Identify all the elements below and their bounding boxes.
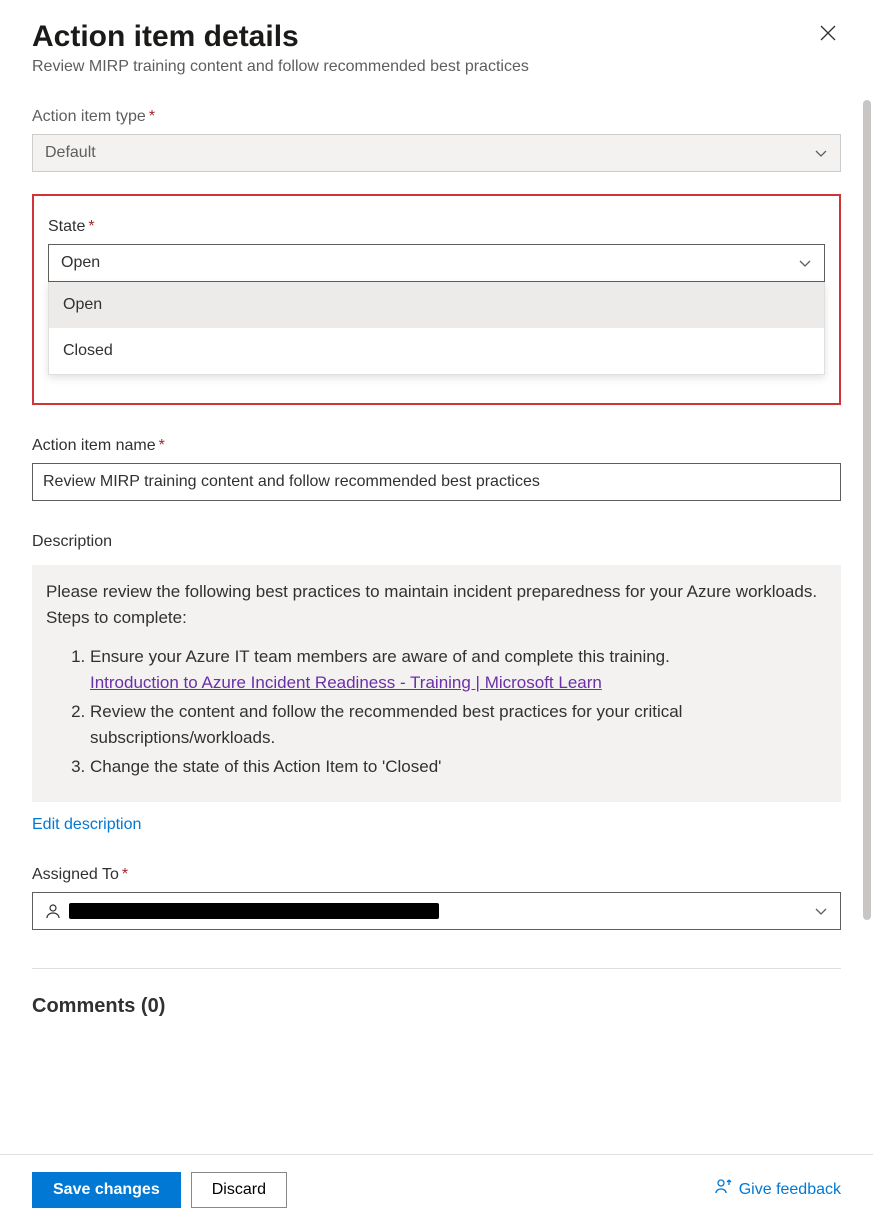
- page-title: Action item details: [32, 20, 529, 54]
- chevron-down-icon: [814, 146, 828, 160]
- feedback-icon: [715, 1178, 733, 1201]
- state-value: Open: [61, 254, 100, 272]
- close-icon[interactable]: [815, 20, 841, 50]
- state-dropdown: Open Closed: [48, 282, 825, 375]
- state-label: State*: [48, 218, 95, 236]
- required-star: *: [149, 108, 155, 125]
- description-step: Review the content and follow the recomm…: [90, 699, 827, 750]
- footer-bar: Save changes Discard Give feedback: [0, 1154, 873, 1224]
- assigned-to-select[interactable]: [32, 892, 841, 930]
- description-intro: Please review the following best practic…: [46, 579, 827, 630]
- give-feedback-link[interactable]: Give feedback: [715, 1178, 841, 1201]
- action-name-input[interactable]: [32, 463, 841, 501]
- action-name-label: Action item name*: [32, 437, 165, 455]
- description-box: Please review the following best practic…: [32, 565, 841, 802]
- action-type-label: Action item type*: [32, 108, 155, 126]
- training-link[interactable]: Introduction to Azure Incident Readiness…: [90, 673, 602, 692]
- state-option-open[interactable]: Open: [49, 282, 824, 328]
- action-type-value: Default: [45, 144, 96, 162]
- state-highlight: State* Open Open Closed: [32, 194, 841, 405]
- description-step: Change the state of this Action Item to …: [90, 754, 827, 780]
- scrollbar[interactable]: [863, 100, 871, 920]
- state-select[interactable]: Open: [48, 244, 825, 282]
- edit-description-link[interactable]: Edit description: [32, 816, 141, 834]
- comments-heading: Comments (0): [32, 995, 841, 1018]
- action-type-select[interactable]: Default: [32, 134, 841, 172]
- assigned-to-redacted: [69, 903, 439, 919]
- required-star: *: [122, 866, 128, 883]
- page-subtitle: Review MIRP training content and follow …: [32, 58, 529, 76]
- required-star: *: [159, 437, 165, 454]
- discard-button[interactable]: Discard: [191, 1172, 287, 1208]
- save-button[interactable]: Save changes: [32, 1172, 181, 1208]
- chevron-down-icon: [798, 256, 812, 270]
- section-divider: [32, 968, 841, 969]
- description-step: Ensure your Azure IT team members are aw…: [90, 644, 827, 695]
- required-star: *: [88, 218, 94, 235]
- assigned-to-label: Assigned To*: [32, 866, 128, 884]
- chevron-down-icon: [814, 904, 828, 918]
- person-icon: [45, 903, 61, 919]
- state-option-closed[interactable]: Closed: [49, 328, 824, 374]
- description-label: Description: [32, 533, 112, 551]
